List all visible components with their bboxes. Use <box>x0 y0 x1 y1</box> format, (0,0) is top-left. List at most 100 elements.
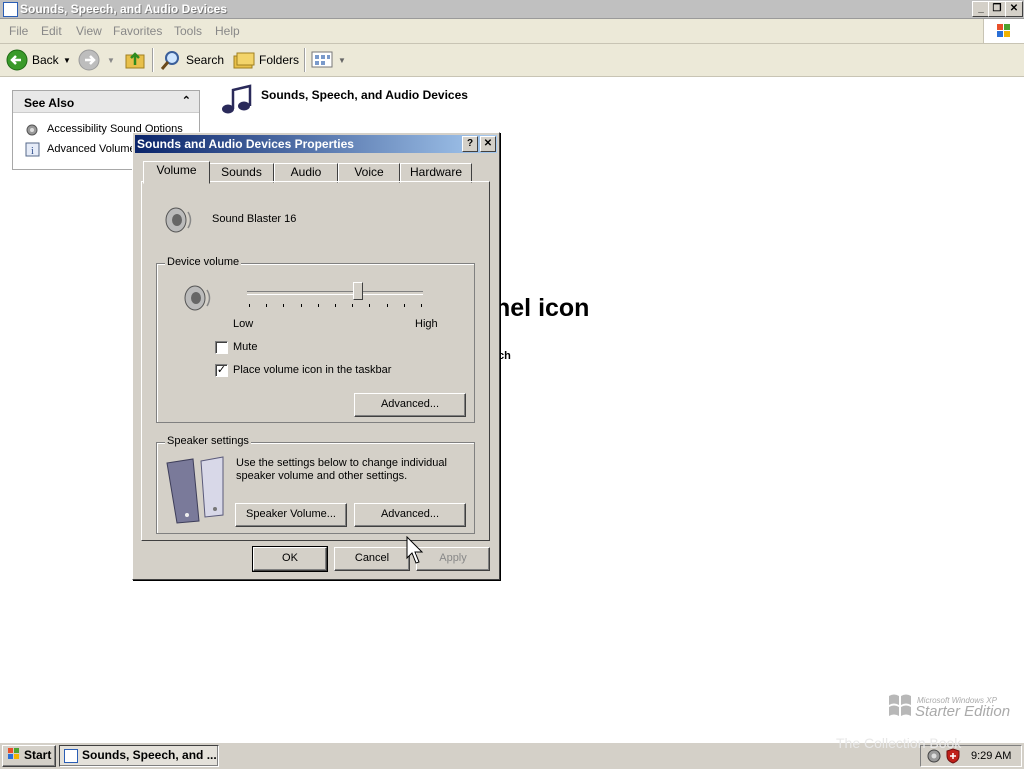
volume-slider[interactable] <box>245 282 425 312</box>
menu-help[interactable]: Help <box>215 24 240 38</box>
svg-text:i: i <box>31 146 34 157</box>
taskbar-task-button[interactable]: Sounds, Speech, and ... <box>59 745 219 767</box>
volume-slider-tick <box>352 304 353 307</box>
faint-watermark-text: The Collection Book <box>836 735 962 751</box>
volume-slider-tick <box>283 304 284 307</box>
speaker-settings-description: Use the settings below to change individ… <box>236 457 447 482</box>
device-volume-advanced-button[interactable]: Advanced... <box>354 393 466 417</box>
search-label: Search <box>186 53 225 67</box>
up-folder-icon[interactable] <box>124 49 146 71</box>
back-label: Back <box>32 53 59 67</box>
see-also-link-advanced-volume[interactable]: Advanced Volume <box>47 143 136 155</box>
folders-button[interactable]: Folders <box>230 47 300 73</box>
speaker-settings-legend: Speaker settings <box>165 435 251 447</box>
sound-properties-dialog: Sounds and Audio Devices Properties ? ✕ … <box>132 132 500 580</box>
sounds-music-note-icon <box>222 84 252 114</box>
folders-icon <box>233 52 255 69</box>
dialog-close-button[interactable]: ✕ <box>480 136 496 152</box>
speakers-icon <box>166 456 224 524</box>
volume-slider-tick <box>301 304 302 307</box>
views-dropdown-icon: ▼ <box>338 56 346 65</box>
speaker-volume-button[interactable]: Speaker Volume... <box>235 503 347 527</box>
mouse-cursor-icon <box>406 536 424 564</box>
menu-tools[interactable]: Tools <box>174 24 202 38</box>
dialog-title: Sounds and Audio Devices Properties <box>137 137 354 151</box>
forward-button[interactable]: ▼ <box>78 47 116 73</box>
volume-slider-tick <box>318 304 319 307</box>
ok-button[interactable]: OK <box>252 546 328 572</box>
tab-volume-label: Volume <box>156 163 197 177</box>
device-volume-group: Device volume Low High Mute ✓ Place volu… <box>156 256 475 423</box>
views-icon <box>311 51 333 68</box>
collapse-chevron-icon[interactable]: ⌃ <box>182 94 191 107</box>
menu-bar: File Edit View Favorites Tools Help <box>0 19 1024 44</box>
toolbar: Back ▼ ▼ Search Folders ▼ <box>0 44 1024 77</box>
volume-icon-taskbar-label[interactable]: Place volume icon in the taskbar <box>233 364 391 376</box>
volume-icon-taskbar-checkbox[interactable]: ✓ <box>215 364 228 377</box>
content-heading: Sounds, Speech, and Audio Devices <box>261 88 468 102</box>
menu-favorites[interactable]: Favorites <box>113 24 162 38</box>
volume-slider-thumb[interactable] <box>353 282 363 300</box>
volume-slider-tick <box>421 304 422 307</box>
dialog-help-button[interactable]: ? <box>462 136 478 152</box>
tab-audio-label: Audio <box>290 165 322 179</box>
volume-slider-tick <box>404 304 405 307</box>
see-also-title: See Also <box>24 96 75 110</box>
windows-logo-icon <box>983 19 1024 43</box>
volume-slider-ticks <box>249 304 422 308</box>
forward-dropdown-icon[interactable]: ▼ <box>107 56 115 65</box>
apply-button[interactable]: Apply <box>416 547 490 571</box>
device-volume-advanced-label: Advanced... <box>380 398 440 410</box>
tab-audio[interactable]: Audio <box>274 163 338 183</box>
close-button[interactable]: ✕ <box>1005 1 1023 17</box>
device-name: Sound Blaster 16 <box>212 213 297 225</box>
volume-slider-tick <box>335 304 336 307</box>
device-speaker-icon <box>165 207 192 233</box>
tab-hardware[interactable]: Hardware <box>400 163 472 183</box>
speaker-advanced-label: Advanced... <box>380 508 440 520</box>
restore-button[interactable]: ❐ <box>988 1 1006 17</box>
tray-clock: 9:29 AM <box>971 750 1012 762</box>
watermark-line2: Starter Edition <box>915 703 1011 720</box>
tab-hardware-label: Hardware <box>409 165 463 179</box>
window-title-bar[interactable]: Sounds, Speech, and Audio Devices _ ❐ ✕ <box>0 0 1024 19</box>
mute-checkbox[interactable] <box>215 341 228 354</box>
start-button[interactable]: Start <box>2 745 56 767</box>
speaker-volume-label: Speaker Volume... <box>246 508 336 520</box>
views-button[interactable]: ▼ <box>310 49 346 71</box>
accessibility-sound-icon <box>26 124 38 136</box>
volume-slider-tick <box>387 304 388 307</box>
cancel-button[interactable]: Cancel <box>334 547 410 571</box>
menu-view[interactable]: View <box>76 24 102 38</box>
tab-volume[interactable]: Volume <box>143 161 210 184</box>
window-app-icon <box>3 2 18 17</box>
volume-slider-tick <box>266 304 267 307</box>
windows-xp-watermark-logo <box>889 694 911 716</box>
search-button[interactable]: Search <box>158 47 224 73</box>
menu-edit[interactable]: Edit <box>41 24 62 38</box>
back-dropdown-icon[interactable]: ▼ <box>63 56 71 65</box>
taskbar-task-icon <box>64 749 78 763</box>
tab-sounds-label: Sounds <box>221 165 262 179</box>
window-title: Sounds, Speech, and Audio Devices <box>20 2 227 16</box>
start-label: Start <box>24 748 52 762</box>
background-task-heading: nel icon <box>495 294 590 322</box>
search-icon <box>160 51 179 70</box>
start-windows-icon <box>7 748 19 759</box>
see-also-header[interactable]: See Also ⌃ <box>13 91 199 113</box>
taskbar-task-label: Sounds, Speech, and ... <box>82 748 217 762</box>
back-button[interactable]: Back ▼ <box>4 47 71 73</box>
volume-tab-panel: Sound Blaster 16 Device volume Low High … <box>141 181 490 541</box>
folders-label: Folders <box>259 53 300 67</box>
mute-label[interactable]: Mute <box>233 341 257 353</box>
speaker-advanced-button[interactable]: Advanced... <box>354 503 466 527</box>
back-arrow-icon <box>6 49 28 71</box>
tab-sounds[interactable]: Sounds <box>209 163 274 183</box>
volume-low-label: Low <box>233 318 254 330</box>
device-volume-legend: Device volume <box>165 256 242 268</box>
apply-label: Apply <box>439 552 467 564</box>
volume-high-label: High <box>415 318 438 330</box>
menu-file[interactable]: File <box>9 24 28 38</box>
tab-voice[interactable]: Voice <box>338 163 400 183</box>
dialog-title-bar[interactable]: Sounds and Audio Devices Properties ? ✕ <box>135 135 497 153</box>
